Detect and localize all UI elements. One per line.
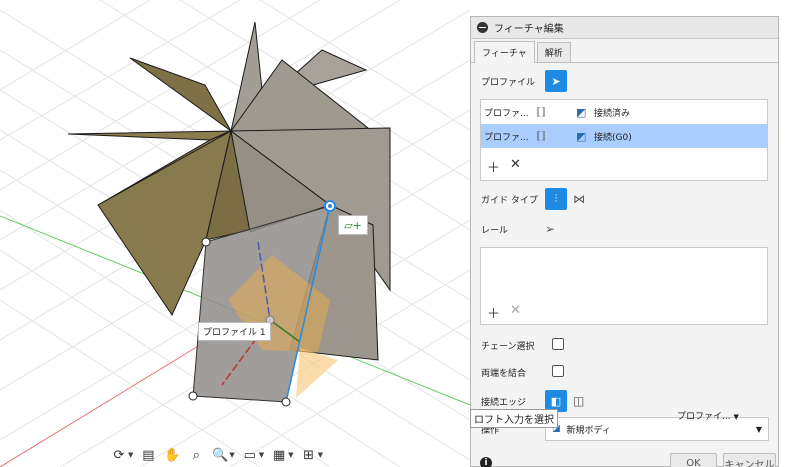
display-caret-icon[interactable]: ▼: [259, 451, 264, 459]
select-loft-input-tooltip: ロフト入力を選択: [470, 409, 558, 428]
grid-caret-icon[interactable]: ▼: [288, 451, 293, 459]
grid-icon[interactable]: ▦: [268, 445, 290, 465]
vertex-handle[interactable]: [201, 237, 211, 247]
zoom-caret-icon[interactable]: ▼: [229, 451, 234, 459]
panel-header[interactable]: フィーチャ編集: [471, 17, 778, 39]
viewports-icon[interactable]: ⊞: [298, 445, 320, 465]
cancel-button[interactable]: キャンセル: [723, 453, 776, 467]
ok-button[interactable]: OK: [670, 453, 717, 467]
chevron-down-icon: ▼: [733, 413, 739, 421]
profile-condition[interactable]: 接続済み: [594, 106, 630, 119]
remove-icon: ✕: [510, 303, 521, 318]
pan-icon[interactable]: ✋: [161, 445, 183, 465]
orbit-caret-icon[interactable]: ▼: [128, 451, 133, 459]
mini-dropdown-value: プロファイ...: [677, 412, 731, 422]
profile-select-button[interactable]: ➤: [545, 70, 567, 92]
display-icon[interactable]: ▭: [239, 445, 261, 465]
zoom-icon[interactable]: 🔍: [209, 445, 231, 465]
preview-highlight-bottom: [296, 348, 338, 398]
chevron-down-icon: ▼: [755, 424, 762, 434]
profile-shape-icon: ⟦⟧: [536, 130, 546, 142]
list-item[interactable]: プロファ... ⟦⟧ ◩ 接続済み: [481, 100, 767, 124]
tangent-edges-label: 接続エッジ: [481, 397, 527, 408]
merge-ends-checkbox[interactable]: [552, 365, 564, 377]
remove-icon[interactable]: ✕: [510, 157, 521, 176]
viewports-caret-icon[interactable]: ▼: [318, 451, 323, 459]
tab-feature[interactable]: フィーチャ: [474, 41, 535, 63]
rail-icon: ⫶: [554, 192, 558, 205]
keep-edges-icon[interactable]: ◫: [573, 394, 584, 408]
face-icon: ◧: [550, 394, 562, 408]
vertex-handle[interactable]: [188, 391, 198, 401]
profile-list-actions: ＋ ✕: [487, 157, 521, 176]
guide-type-label: ガイド タイプ: [481, 195, 538, 206]
list-item[interactable]: プロファ... ⟦⟧ ◩ 接続(G0): [481, 124, 767, 148]
panel-title: フィーチャ編集: [494, 24, 564, 35]
operation-value: 新規ボディ: [566, 425, 611, 436]
profile-shape-icon: ⟦⟧: [536, 106, 546, 118]
profile-name: プロファ...: [484, 108, 529, 119]
add-point-icon[interactable]: ▱+: [338, 215, 368, 235]
chain-select-row: チェーン選択: [481, 339, 535, 352]
orbit-icon[interactable]: ⟳: [108, 445, 130, 465]
edit-feature-panel: フィーチャ編集 フィーチャ 解析 プロファイル ➤ プロファ... ⟦⟧ ◩ 接…: [470, 16, 779, 467]
chain-select-checkbox[interactable]: [552, 338, 564, 350]
profile-condition[interactable]: 接続(G0): [594, 130, 632, 143]
rail-row: レール ➢: [481, 222, 555, 236]
collapse-icon[interactable]: [477, 22, 488, 33]
rail-select-icon[interactable]: ➢: [545, 222, 555, 236]
cursor-arrow-icon: ➤: [551, 74, 561, 88]
merge-ends-label: 両端を結合: [481, 369, 527, 379]
guide-type-row: ガイド タイプ ⫶ ⋈: [481, 188, 585, 210]
rail-list: ＋ ✕: [480, 247, 768, 325]
merge-ends-row: 両端を結合: [481, 366, 526, 379]
rail-list-actions: ＋ ✕: [487, 303, 521, 322]
rail-guide-button[interactable]: ⫶: [545, 188, 567, 210]
profile-row: プロファイル ➤: [481, 70, 567, 92]
add-icon[interactable]: ＋: [487, 303, 500, 322]
rail-label: レール: [481, 225, 509, 236]
panel-tabs: フィーチャ 解析: [471, 39, 778, 63]
connected-icon: ◩: [576, 129, 587, 143]
chain-select-label: チェーン選択: [481, 342, 535, 352]
profile-label[interactable]: プロファイル 1: [198, 322, 271, 341]
connected-icon: ◩: [576, 105, 587, 119]
look-at-icon[interactable]: ▤: [137, 445, 159, 465]
add-icon[interactable]: ＋: [487, 157, 500, 176]
navigation-toolbar: ⟳ ▼ ▤ ✋ ⌕ 🔍 ▼ ▭ ▼ ▦ ▼ ⊞ ▼: [108, 444, 332, 466]
profile-list: プロファ... ⟦⟧ ◩ 接続済み プロファ... ⟦⟧ ◩ 接続(G0) ＋ …: [480, 99, 768, 181]
profile-mini-dropdown[interactable]: プロファイ... ▼: [677, 409, 739, 422]
centerline-icon[interactable]: ⋈: [573, 192, 585, 206]
tab-analysis[interactable]: 解析: [536, 42, 571, 62]
profile-name: プロファ...: [484, 132, 529, 143]
zoom-window-icon[interactable]: ⌕: [185, 445, 207, 465]
vertex-handle[interactable]: [281, 397, 291, 407]
info-icon[interactable]: i: [480, 457, 492, 467]
profile-label: プロファイル: [481, 77, 536, 88]
